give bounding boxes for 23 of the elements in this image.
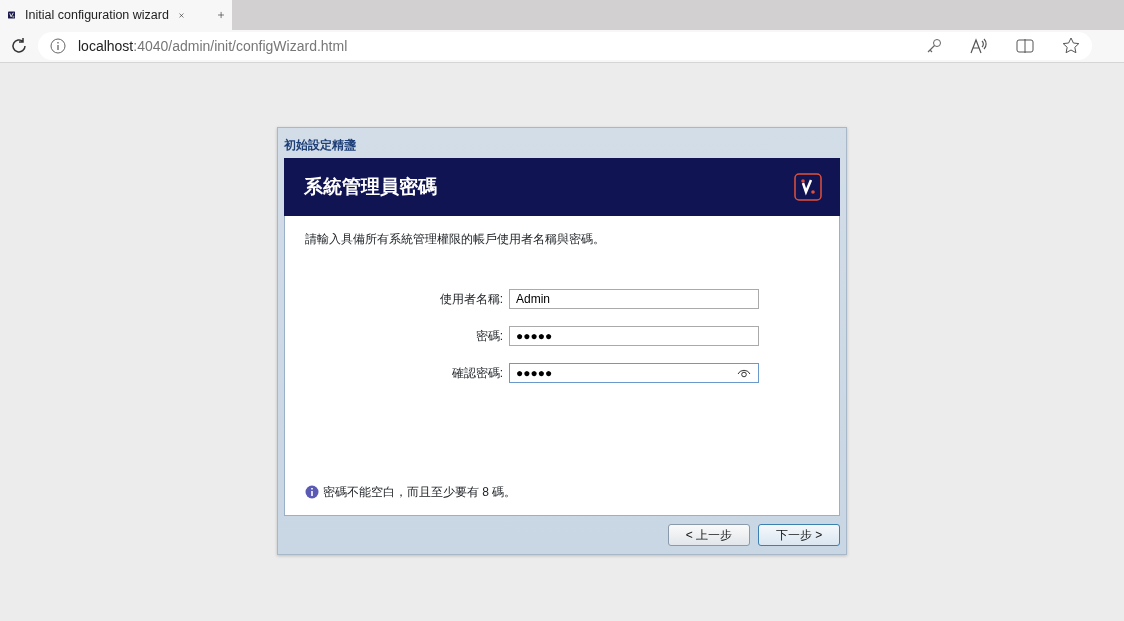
wizard-title: 初始設定精盞	[284, 137, 357, 154]
page-heading: 系統管理員密碼	[304, 174, 437, 199]
info-icon	[305, 485, 319, 499]
url-text: localhost:4040/admin/init/configWizard.html	[78, 36, 348, 56]
info-icon	[50, 38, 66, 54]
back-button[interactable]: < 上一步	[668, 524, 750, 546]
next-button[interactable]: 下一步 >	[758, 524, 840, 546]
field-label: 使用者名稱:	[438, 290, 503, 308]
address-bar[interactable]: localhost:4040/admin/init/configWizard.html	[38, 32, 1092, 60]
input-field[interactable]: ●●●●●	[509, 325, 759, 346]
logo-icon	[794, 173, 822, 201]
star-icon[interactable]	[1062, 37, 1080, 55]
hint-text: 密碼不能空白，而且至少要有 8 碼。	[323, 484, 517, 501]
read-aloud-icon[interactable]	[970, 38, 988, 54]
field-label: 確認密碼:	[450, 364, 503, 382]
input-field[interactable]: Admin	[509, 288, 759, 309]
split-screen-icon[interactable]	[1016, 38, 1034, 54]
show-password-icon[interactable]	[737, 367, 751, 378]
input-field[interactable]: ●●●●●	[509, 362, 759, 383]
reload-icon[interactable]	[10, 37, 28, 55]
key-icon[interactable]	[926, 38, 942, 54]
instruction-text: 請輸入具備所有系統管理權限的帳戶使用者名稱與密碼。	[305, 231, 606, 248]
field-label: 密碼:	[474, 327, 503, 345]
